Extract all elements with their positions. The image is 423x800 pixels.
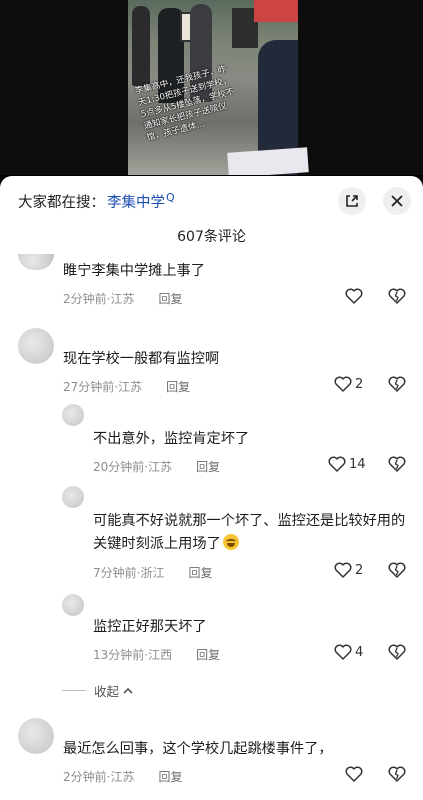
- dislike-button[interactable]: [388, 766, 406, 786]
- reply-button[interactable]: 回复: [166, 378, 190, 395]
- comment-location: 江苏: [110, 770, 135, 784]
- comment-meta: 2分钟前 · 江苏 回复: [63, 290, 183, 307]
- video-person: [132, 6, 150, 86]
- reply-button[interactable]: 回复: [196, 458, 220, 475]
- close-button[interactable]: [383, 187, 411, 215]
- laughing-crying-emoji-icon: [222, 534, 239, 550]
- avatar[interactable]: [18, 718, 54, 754]
- comment-location: 浙江: [140, 566, 165, 580]
- comment-meta: 2分钟前 · 江苏 回复: [63, 768, 183, 785]
- like-button[interactable]: 2: [334, 376, 363, 392]
- dislike-button[interactable]: [388, 376, 406, 396]
- expand-button[interactable]: [338, 187, 366, 215]
- comment-count: 607条评论: [177, 229, 246, 245]
- like-count: 2: [355, 562, 364, 578]
- heart-outline-icon: [334, 376, 352, 392]
- divider: [62, 690, 86, 691]
- collapse-replies-button[interactable]: 收起: [62, 681, 134, 700]
- comment-time: 2分钟前: [63, 292, 107, 306]
- dislike-button[interactable]: [388, 562, 406, 582]
- like-button[interactable]: 14: [328, 456, 366, 472]
- heart-outline-icon: [328, 456, 346, 472]
- reply-button[interactable]: 回复: [188, 564, 212, 581]
- comment-text: 可能真不好说就那一个坏了、监控还是比较好用的关键时刻派上用场了: [93, 510, 411, 556]
- comment-time: 2分钟前: [63, 770, 107, 784]
- dislike-button[interactable]: [388, 288, 406, 308]
- suggested-search[interactable]: 大家都在搜： 李集中学 Q: [18, 190, 175, 212]
- broken-heart-icon: [388, 456, 406, 472]
- comment-text: 监控正好那天坏了: [93, 619, 207, 635]
- search-keyword[interactable]: 李集中学: [107, 191, 165, 212]
- like-count: 2: [355, 376, 364, 392]
- like-button[interactable]: [345, 288, 366, 304]
- like-count: 4: [355, 644, 364, 660]
- broken-heart-icon: [388, 766, 406, 782]
- avatar[interactable]: [62, 404, 84, 426]
- comment-meta: 13分钟前 · 江西 回复: [93, 646, 221, 663]
- close-icon: [391, 195, 403, 207]
- reply-button[interactable]: 回复: [158, 768, 182, 785]
- banner-cloth: [227, 147, 309, 175]
- like-button[interactable]: [345, 766, 366, 782]
- comment-text: 不出意外，监控肯定坏了: [93, 431, 250, 447]
- like-count: 14: [349, 456, 366, 472]
- avatar[interactable]: [62, 486, 84, 508]
- comment-time: 27分钟前: [63, 380, 115, 394]
- comment-time: 20分钟前: [93, 460, 145, 474]
- reply-button[interactable]: 回复: [196, 646, 220, 663]
- comment-time: 7分钟前: [93, 566, 137, 580]
- comment-text: 最近怎么回事，这个学校几起跳楼事件了，: [63, 741, 333, 757]
- comment-text: 睢宁李集中学摊上事了: [63, 263, 205, 279]
- comment-time: 13分钟前: [93, 648, 145, 662]
- like-button[interactable]: 4: [334, 644, 363, 660]
- reply-button[interactable]: 回复: [158, 290, 182, 307]
- heart-outline-icon: [345, 766, 363, 782]
- chevron-up-icon: [123, 687, 133, 694]
- dislike-button[interactable]: [388, 456, 406, 476]
- username-blurred[interactable]: [63, 718, 68, 731]
- comment-text-body: 可能真不好说就那一个坏了、监控还是比较好用的关键时刻派上用场了: [93, 513, 406, 552]
- video-overlay-text: 李集高中，还我孩子，昨天1:30把孩子送到学校，5点多从5楼坠落，学校不通知家长…: [134, 64, 236, 144]
- comment-location: 江西: [148, 648, 173, 662]
- search-icon: Q: [166, 190, 175, 204]
- comment-location: 江苏: [148, 460, 173, 474]
- broken-heart-icon: [388, 288, 406, 304]
- broken-heart-icon: [388, 644, 406, 660]
- expand-icon: [346, 195, 358, 207]
- avatar[interactable]: [18, 254, 54, 270]
- dislike-button[interactable]: [388, 644, 406, 664]
- search-prefix: 大家都在搜：: [18, 194, 105, 211]
- comment-sheet: 大家都在搜： 李集中学 Q 607条评论 睢宁李集中学摊上事了 2分钟前 · 江苏 …: [0, 176, 423, 800]
- comment-meta: 20分钟前 · 江苏 回复: [93, 458, 221, 475]
- username-blurred[interactable]: [63, 328, 68, 341]
- like-button[interactable]: 2: [334, 562, 363, 578]
- comment-text: 现在学校一般都有监控啊: [63, 351, 220, 367]
- heart-outline-icon: [345, 288, 363, 304]
- avatar[interactable]: [62, 594, 84, 616]
- heart-outline-icon: [334, 562, 352, 578]
- comment-location: 江苏: [110, 292, 135, 306]
- video-frame: 李集高中，还我孩子，昨天1:30把孩子送到学校，5点多从5楼坠落，学校不通知家长…: [128, 0, 309, 175]
- comment-meta: 7分钟前 · 浙江 回复: [93, 564, 213, 581]
- comment-location: 江苏: [118, 380, 143, 394]
- collapse-label: 收起: [94, 684, 120, 699]
- background-sign: [254, 0, 298, 22]
- broken-heart-icon: [388, 376, 406, 392]
- avatar[interactable]: [18, 328, 54, 364]
- heart-outline-icon: [334, 644, 352, 660]
- broken-heart-icon: [388, 562, 406, 578]
- video-player[interactable]: 李集高中，还我孩子，昨天1:30把孩子送到学校，5点多从5楼坠落，学校不通知家长…: [0, 0, 423, 175]
- comment-meta: 27分钟前 · 江苏 回复: [63, 378, 191, 395]
